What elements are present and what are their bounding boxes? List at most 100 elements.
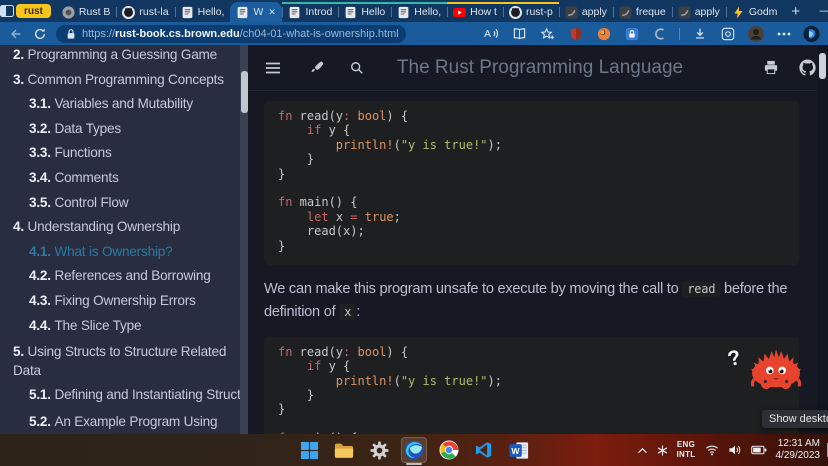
code-line: println!("y is true!"); <box>278 374 789 388</box>
rust-logo-icon <box>62 6 75 19</box>
chapter-number: 5.2. <box>29 414 54 429</box>
browser-tab[interactable]: How t <box>447 2 503 22</box>
ferris-crab-icon <box>745 343 807 390</box>
browser-tab[interactable]: Godm <box>726 2 784 22</box>
tab-actions-icon[interactable] <box>0 0 14 22</box>
page-scrollbar-thumb[interactable] <box>819 53 826 79</box>
clock-time: 12:31 AM <box>776 438 821 451</box>
browser-window: rust Rust Brust-laHello,W✕IntrodHelloHel… <box>0 0 828 434</box>
chapter-title: Fixing Ownership Errors <box>54 293 195 308</box>
sidebar-item[interactable]: 2. Programming a Guessing Game <box>13 47 234 63</box>
browser-tab[interactable]: apply <box>559 2 613 22</box>
address-bar[interactable]: https://rust-book.cs.brown.edu/ch04-01-w… <box>56 25 406 43</box>
sidebar-item[interactable]: 3.3. Functions <box>13 145 234 161</box>
minimize-button[interactable]: — <box>808 0 828 22</box>
immersive-reader-icon[interactable] <box>511 25 528 42</box>
volume-icon[interactable] <box>728 444 742 456</box>
favorites-star-icon[interactable] <box>539 25 556 42</box>
tab-label: W <box>253 6 263 18</box>
chapter-number: 4.4. <box>29 318 54 333</box>
theme-brush-icon[interactable] <box>306 59 324 77</box>
chapter-number: 3.5. <box>29 195 54 210</box>
svg-text:A: A <box>484 29 491 40</box>
chapter-number: 3.1. <box>29 96 54 111</box>
language-indicator[interactable]: ENGINTL <box>677 440 696 459</box>
taskbar-icons: W <box>296 437 532 463</box>
battery-icon[interactable] <box>751 445 767 455</box>
question-mark: ? <box>725 346 743 372</box>
sidebar-item[interactable]: 5. Using Structs to Structure Related Da… <box>13 342 234 380</box>
extension-shield-icon[interactable] <box>567 25 584 42</box>
browser-tab[interactable]: Rust B <box>56 2 117 22</box>
start-button[interactable] <box>296 437 322 463</box>
tray-chevron-icon[interactable] <box>637 447 648 454</box>
tab-group-pill[interactable]: rust <box>16 4 51 18</box>
sidebar-item[interactable]: 4.1. What is Ownership? <box>13 244 234 260</box>
sidebar-item[interactable]: 4.2. References and Borrowing <box>13 268 234 284</box>
chapter-number: 2. <box>13 47 28 62</box>
print-icon[interactable] <box>762 59 780 77</box>
book-title: The Rust Programming Language <box>248 57 828 79</box>
file-explorer-icon[interactable] <box>331 437 357 463</box>
sidebar-item[interactable]: 5.1. Defining and Instantiating Structs <box>13 387 234 403</box>
tab-close-icon[interactable]: ✕ <box>268 7 276 18</box>
chapter-number: 4.2. <box>29 268 54 283</box>
sidebar-item[interactable]: 4.4. The Slice Type <box>13 318 234 334</box>
browser-tab[interactable]: Hello, <box>391 2 447 22</box>
taskbar-clock[interactable]: 12:31 AM 4/29/2023 <box>776 438 821 463</box>
new-tab-button[interactable]: + <box>783 3 808 20</box>
wifi-icon[interactable] <box>705 444 719 456</box>
page-scrollbar[interactable] <box>817 45 828 434</box>
tray-app-icon[interactable] <box>657 445 668 456</box>
sidebar-item[interactable]: 5.2. An Example Program Using Structs <box>13 412 234 434</box>
tab-label: Hello <box>361 6 385 18</box>
word-taskbar-icon[interactable]: W <box>506 437 532 463</box>
code-line: read(x); <box>278 224 789 238</box>
vscode-taskbar-icon[interactable] <box>471 437 497 463</box>
browser-essentials-icon[interactable] <box>719 25 736 42</box>
sidebar-item[interactable]: 3.5. Control Flow <box>13 195 234 211</box>
search-icon[interactable] <box>348 59 366 77</box>
sidebar-item[interactable]: 4. Understanding Ownership <box>13 219 234 235</box>
url-path: /ch04-01-what-is-ownership.html <box>240 28 399 40</box>
lightning-icon <box>732 6 745 19</box>
refresh-icon[interactable] <box>32 26 48 42</box>
settings-dots-icon[interactable] <box>775 25 792 42</box>
browser-tab[interactable]: rust-la <box>116 2 174 22</box>
browser-tab[interactable]: rust-p <box>503 2 559 22</box>
chapter-number: 5. <box>13 344 28 359</box>
url-scheme: https:// <box>82 28 115 40</box>
book-icon <box>236 6 249 19</box>
sidebar-item[interactable]: 4.3. Fixing Ownership Errors <box>13 293 234 309</box>
extension-crescent-icon[interactable] <box>651 25 668 42</box>
github-icon[interactable] <box>798 59 816 77</box>
extension-lock-icon[interactable] <box>623 25 640 42</box>
chapter-title: Comments <box>54 170 118 185</box>
chrome-taskbar-icon[interactable] <box>436 437 462 463</box>
sidebar-item[interactable]: 3.1. Variables and Mutability <box>13 96 234 112</box>
browser-tab[interactable]: W✕ <box>230 2 282 22</box>
code-block-2: fn read(y: bool) { if y { println!("y is… <box>264 337 799 434</box>
hamburger-menu-icon[interactable] <box>264 59 282 77</box>
back-icon[interactable] <box>8 26 24 42</box>
book-menubar: The Rust Programming Language <box>248 45 828 91</box>
copilot-icon[interactable] <box>803 25 820 42</box>
edge-taskbar-icon[interactable] <box>401 437 427 463</box>
browser-tab[interactable]: Introd <box>282 2 338 22</box>
browser-tab[interactable]: freque <box>613 2 672 22</box>
downloads-icon[interactable] <box>691 25 708 42</box>
profile-avatar[interactable] <box>747 25 764 42</box>
sidebar-item[interactable]: 3.4. Comments <box>13 170 234 186</box>
browser-tab[interactable]: Hello, <box>175 2 231 22</box>
browser-tab[interactable]: apply <box>672 2 726 22</box>
code-line: if y { <box>278 359 789 373</box>
read-aloud-icon[interactable]: A <box>483 25 500 42</box>
settings-gear-icon[interactable] <box>366 437 392 463</box>
sidebar-scrollbar[interactable] <box>240 45 248 434</box>
sidebar-item[interactable]: 3.2. Data Types <box>13 121 234 137</box>
sidebar-item[interactable]: 3. Common Programming Concepts <box>13 72 234 88</box>
lock-icon <box>66 28 76 40</box>
browser-tab[interactable]: Hello <box>338 2 391 22</box>
sidebar-scrollbar-thumb[interactable] <box>241 71 248 113</box>
extension-orange-icon[interactable] <box>595 25 612 42</box>
